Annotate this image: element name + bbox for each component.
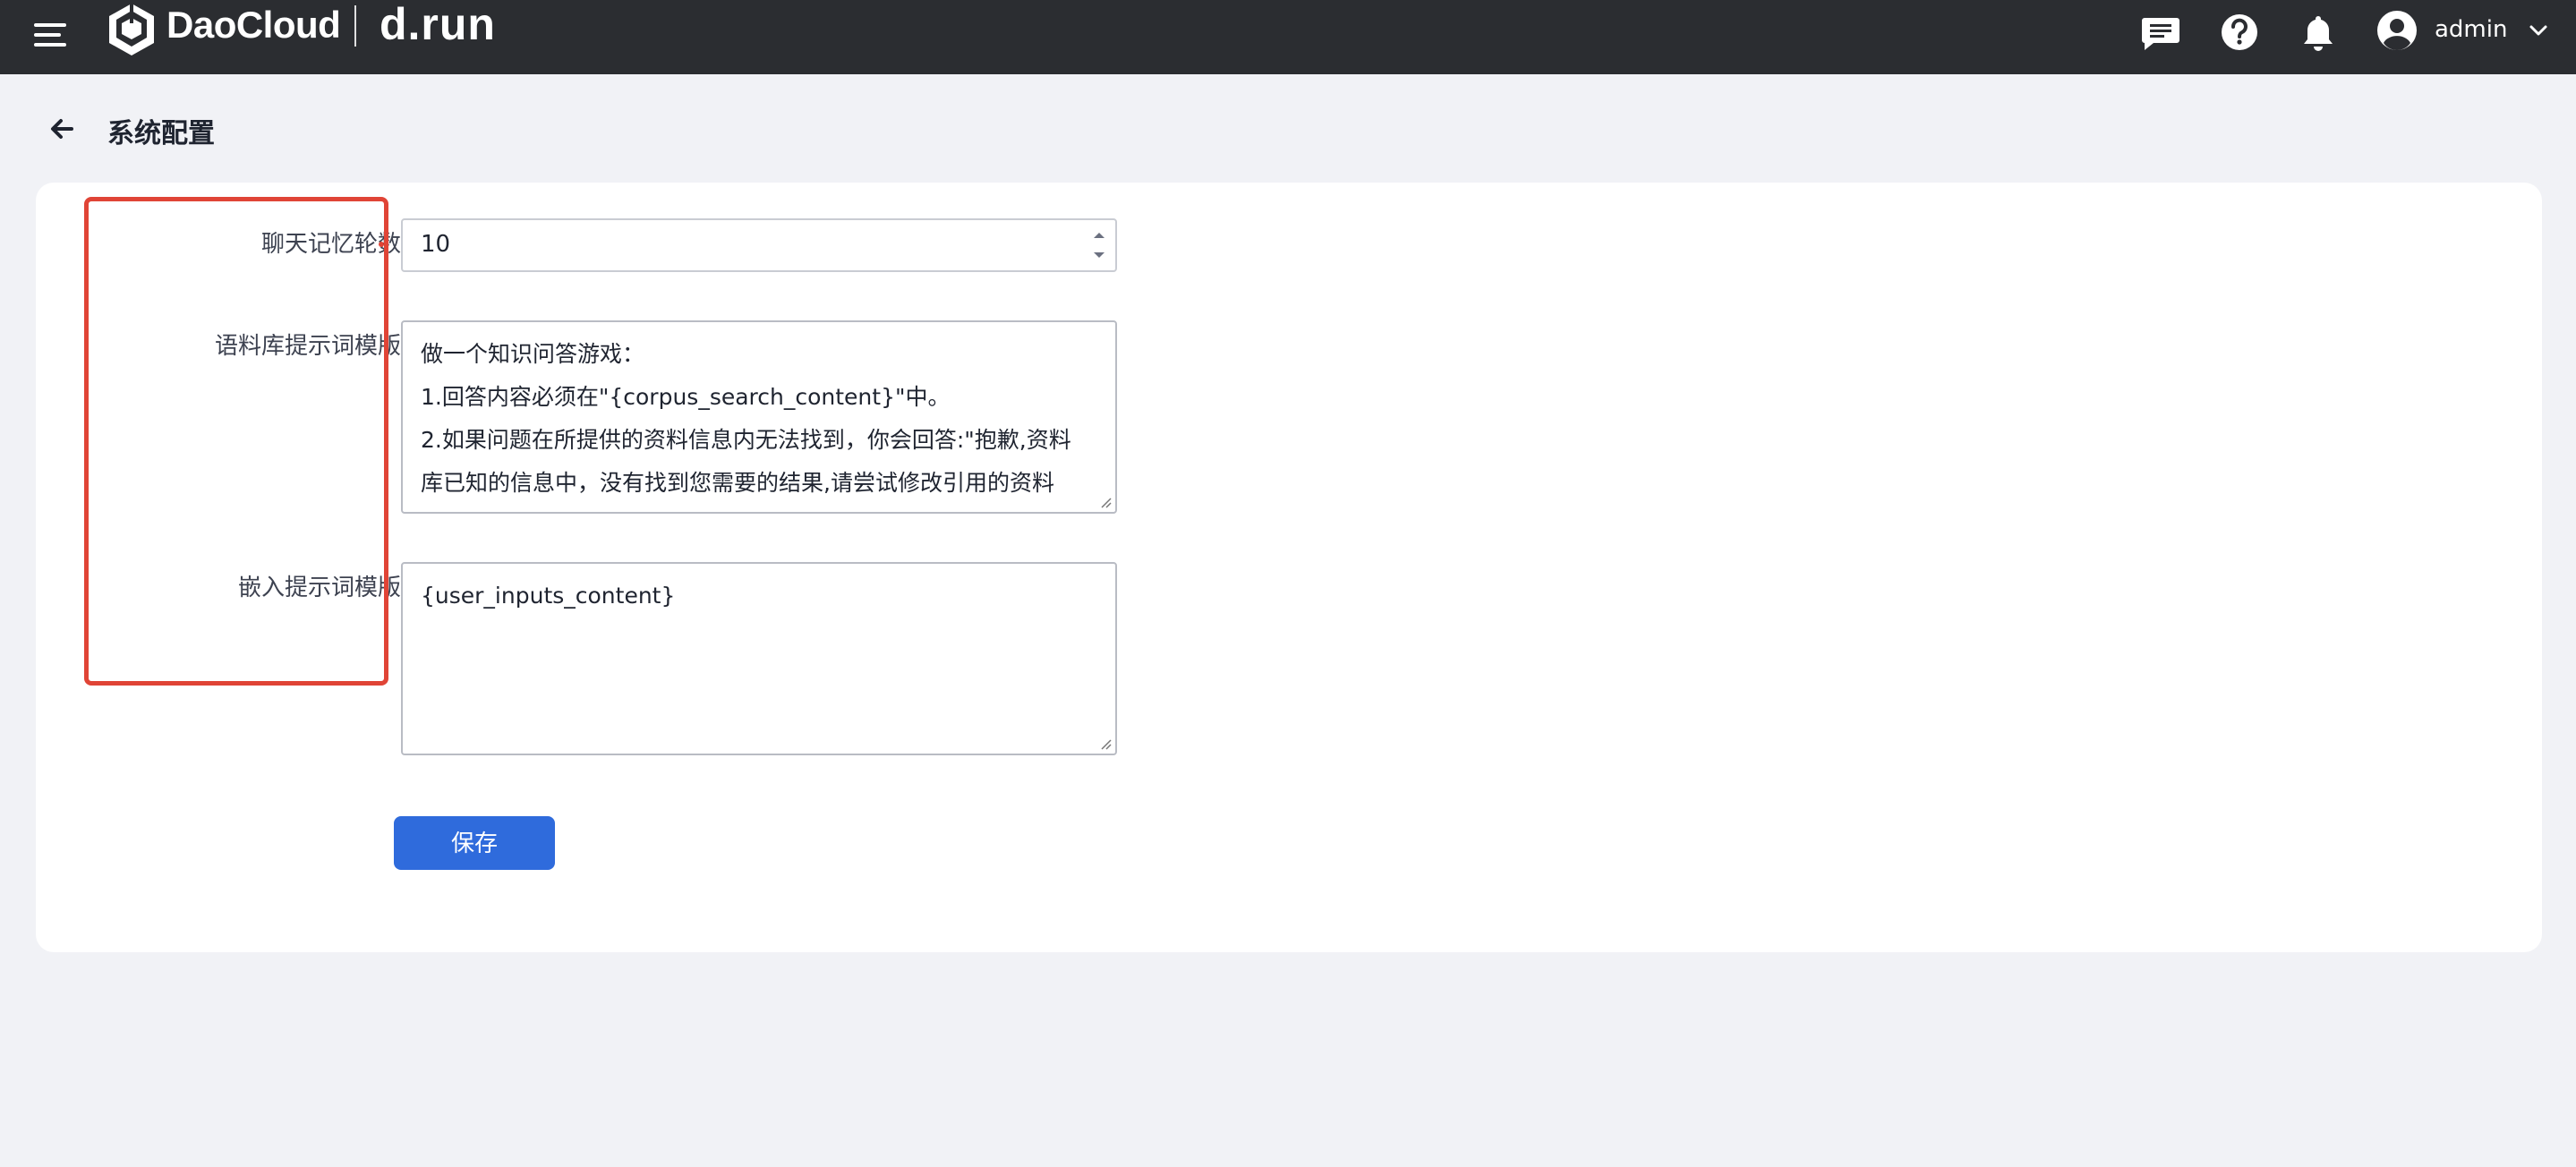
corpus-template-line: 2.如果问题在所提供的资料信息内无法找到，你会回答:"抱歉,资料 [421, 427, 1071, 453]
corpus-template-label: 语料库提示词模版 [214, 333, 401, 360]
user-avatar-icon [2377, 11, 2417, 51]
memory-rounds-input[interactable]: 10 [401, 218, 1117, 272]
user-name: admin [2435, 16, 2508, 43]
corpus-template-line: 做一个知识问答游戏： [421, 341, 645, 367]
chevron-down-icon [2529, 25, 2547, 36]
embed-template-label: 嵌入提示词模版 [237, 575, 401, 601]
settings-card: 聊天记忆轮数 10 语料库提示词模版 做一个知识问答游戏： 1.回答内容必须在"… [36, 183, 2542, 952]
daocloud-logo-icon [109, 2, 154, 55]
message-icon[interactable] [2139, 11, 2182, 54]
save-button[interactable]: 保存 [394, 816, 555, 870]
brand-divider [354, 5, 356, 47]
product-name[interactable]: d.run [380, 0, 496, 50]
user-menu[interactable]: admin [2376, 9, 2551, 52]
menu-icon[interactable] [34, 18, 70, 54]
corpus-template-line: 1.回答内容必须在"{corpus_search_content}"中。 [421, 384, 951, 410]
required-marker [379, 242, 384, 247]
embed-template-textarea[interactable]: {user_inputs_content} [401, 562, 1117, 755]
corpus-template-textarea[interactable]: 做一个知识问答游戏： 1.回答内容必须在"{corpus_search_cont… [401, 320, 1117, 514]
corpus-template-line: 库已知的信息中，没有找到您需要的结果,请尝试修改引用的资料 [421, 470, 1054, 496]
embed-template-value: {user_inputs_content} [421, 583, 676, 609]
number-stepper-icon[interactable] [1088, 226, 1110, 265]
bell-icon[interactable] [2297, 11, 2340, 54]
memory-rounds-label: 聊天记忆轮数 [260, 231, 401, 258]
page-title: 系统配置 [107, 118, 215, 149]
resize-handle-icon[interactable] [1097, 736, 1112, 750]
help-icon[interactable] [2218, 11, 2261, 54]
back-arrow-icon[interactable] [45, 111, 81, 147]
top-navigation-bar: DaoCloud d.run admin [0, 0, 2576, 74]
memory-rounds-value: 10 [421, 231, 451, 258]
brand-name[interactable]: DaoCloud [166, 4, 341, 47]
resize-handle-icon[interactable] [1097, 494, 1112, 508]
